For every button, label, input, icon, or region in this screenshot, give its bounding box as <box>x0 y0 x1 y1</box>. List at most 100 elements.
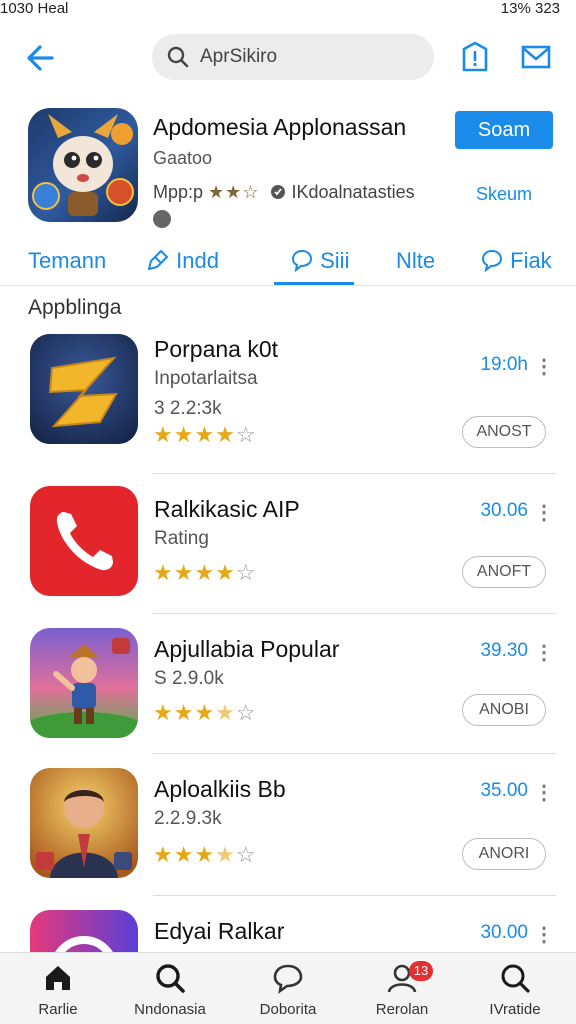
app-subtitle: Rating <box>154 528 209 549</box>
rating-stars: ★★★★☆ <box>153 422 257 448</box>
featured-meta-suffix: IKdoalnatasties <box>291 182 415 202</box>
chat-icon <box>273 964 303 994</box>
search-icon <box>501 964 530 993</box>
status-indicators: 13% 323 <box>500 0 560 17</box>
bottom-navigation: Rarlie Nndonasia Doborita 13 Rerolan IVr… <box>0 952 576 1024</box>
featured-app-subtitle: Gaatoo <box>153 148 213 168</box>
app-list-item[interactable]: Porpana k0t Inpotarlaitsa 3 2.2:3k ★★★★☆… <box>0 334 576 474</box>
nav-label: Rerolan <box>375 1001 429 1018</box>
app-price: 30.00 <box>480 922 528 943</box>
bookmark-button[interactable] <box>458 40 492 74</box>
nav-item-home[interactable]: Rarlie <box>3 961 113 1018</box>
nav-item-search[interactable]: Nndonasia <box>115 961 225 1018</box>
app-name: Porpana k0t <box>154 336 279 362</box>
nav-label: Doborita <box>259 1001 317 1018</box>
star-empty-icon: ☆ <box>235 700 257 725</box>
nav-item-search-2[interactable]: IVratide <box>460 961 570 1018</box>
mail-button[interactable] <box>519 40 553 74</box>
install-button[interactable]: ANOBI <box>462 694 546 726</box>
nav-item-messages[interactable]: Doborita <box>233 961 343 1018</box>
app-list-item[interactable]: Aploalkiis Bb 2.2.9.3k ★★★★☆ 35.00 ⋮ ANO… <box>0 754 576 896</box>
chat-icon <box>291 249 313 273</box>
app-icon <box>30 486 138 596</box>
star-empty-icon: ☆ <box>235 422 257 447</box>
app-price: 39.30 <box>480 640 528 661</box>
app-price: 19:0h <box>480 354 528 375</box>
install-button[interactable]: ANORI <box>462 838 546 870</box>
search-bar[interactable] <box>152 34 434 80</box>
star-icon: ★★★ <box>153 700 216 725</box>
tag-icon <box>148 250 168 270</box>
star-half-icon: ★ <box>215 842 236 867</box>
back-button[interactable] <box>22 38 62 78</box>
star-empty-icon: ☆ <box>235 842 257 867</box>
tab-label: Fiak <box>510 248 552 273</box>
notification-badge: 13 <box>409 961 433 981</box>
home-icon <box>46 966 70 990</box>
gradient-ring-icon <box>30 910 138 952</box>
app-name: Edyai Ralkar <box>154 918 285 944</box>
tab-siii[interactable]: Siii <box>290 248 349 274</box>
featured-link[interactable]: Skeum <box>476 184 532 205</box>
app-list-item[interactable]: Edyai Ralkar 30.00 ⋮ <box>0 910 576 952</box>
app-icon <box>30 334 138 444</box>
more-options-icon[interactable]: ⋮ <box>534 780 554 805</box>
more-options-icon[interactable]: ⋮ <box>534 500 554 525</box>
install-button[interactable]: ANOFT <box>462 556 546 588</box>
app-category: Inpotarlaitsa <box>154 368 258 389</box>
featured-app-title: Apdomesia Applonassan <box>153 114 407 140</box>
app-name: Ralkikasic AIP <box>154 496 300 522</box>
tab-label: Nlte <box>396 248 436 273</box>
section-title: Appblinga <box>28 296 122 319</box>
tab-indd[interactable]: Indd <box>146 248 219 274</box>
featured-app-icon[interactable] <box>28 108 138 222</box>
featured-app-meta: Mpp:p ★★☆ IKdoalnatasties <box>153 182 415 203</box>
cartoon-creature-icon <box>32 114 134 216</box>
tab-label: Temann <box>28 248 107 273</box>
search-icon <box>167 46 189 68</box>
nav-label: Nndonasia <box>134 1001 206 1018</box>
app-name: Aploalkiis Bb <box>154 776 286 802</box>
app-price: 30.06 <box>480 500 528 521</box>
phone-icon <box>56 512 113 571</box>
star-icon: ★★★★ <box>153 560 236 585</box>
rating-stars: ★★★★☆ <box>153 842 257 868</box>
status-time: 1030 Heal <box>0 0 69 17</box>
top-bar <box>0 28 576 90</box>
divider <box>153 895 556 896</box>
chat-icon <box>481 249 503 273</box>
more-options-icon[interactable]: ⋮ <box>534 922 554 947</box>
featured-app: Apdomesia Applonassan Gaatoo Mpp:p ★★☆ I… <box>0 100 576 240</box>
search-icon <box>156 964 185 993</box>
nav-label: Rarlie <box>38 1001 78 1018</box>
badge-icon <box>271 185 286 199</box>
tab-fiak[interactable]: Fiak <box>480 248 552 274</box>
install-button[interactable]: ANOST <box>462 416 546 448</box>
status-bar: 1030 Heal 13% 323 <box>0 0 576 18</box>
verified-icon <box>153 210 171 228</box>
app-icon <box>30 768 138 878</box>
back-arrow-icon <box>27 45 54 71</box>
businessman-icon <box>30 768 138 878</box>
app-icon <box>30 910 138 952</box>
app-list-item[interactable]: Apjullabia Popular S 2.9.0k ★★★★☆ 39.30 … <box>0 614 576 754</box>
search-input[interactable] <box>200 34 420 80</box>
app-name: Apjullabia Popular <box>154 636 340 662</box>
rating-stars: ★★★★☆ <box>153 700 257 726</box>
app-price: 35.00 <box>480 780 528 801</box>
mail-icon <box>521 45 551 69</box>
nav-item-profile[interactable]: 13 Rerolan <box>347 961 457 1018</box>
get-button[interactable]: Soam <box>455 111 553 149</box>
tab-temann[interactable]: Temann <box>28 248 106 274</box>
nav-label: IVratide <box>489 1001 541 1018</box>
star-icon: ★★★★ <box>153 422 236 447</box>
active-tab-indicator <box>274 282 354 285</box>
tab-label: Siii <box>320 248 350 273</box>
featured-meta-prefix: Mpp:p <box>153 182 204 202</box>
tab-nlte[interactable]: Nlte <box>396 248 435 274</box>
cartoon-character-icon <box>30 628 138 738</box>
category-tabs: Temann Indd Siii Nlte Fiak <box>0 240 576 286</box>
more-options-icon[interactable]: ⋮ <box>534 354 554 379</box>
more-options-icon[interactable]: ⋮ <box>534 640 554 665</box>
app-list-item[interactable]: Ralkikasic AIP Rating ★★★★☆ 30.06 ⋮ ANOF… <box>0 474 576 614</box>
